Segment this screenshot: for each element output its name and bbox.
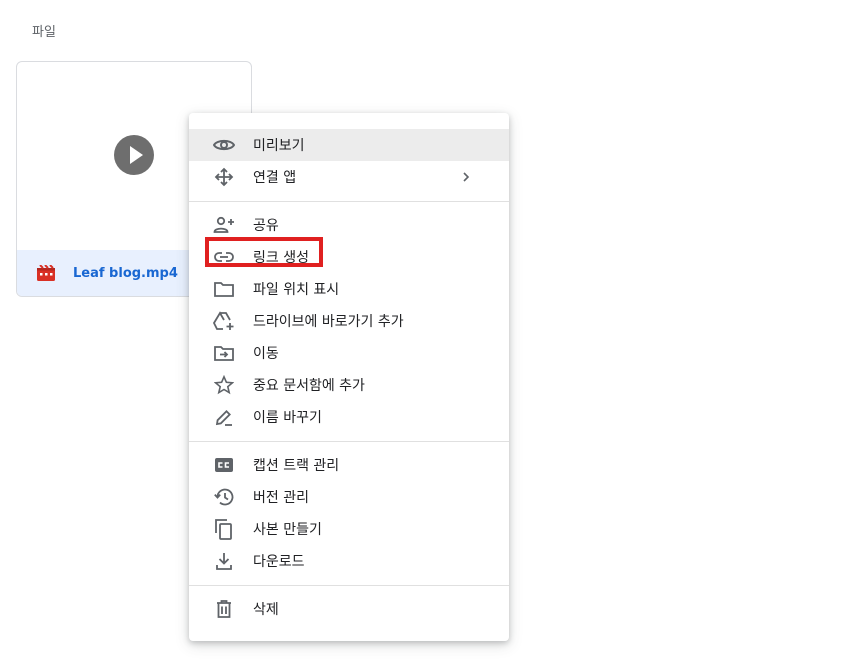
star-icon xyxy=(213,375,235,395)
pencil-icon xyxy=(213,407,235,427)
menu-divider xyxy=(189,201,509,202)
folder-icon xyxy=(213,279,235,299)
menu-item-show-location[interactable]: 파일 위치 표시 xyxy=(189,273,509,305)
closed-caption-icon xyxy=(213,455,235,475)
menu-item-label: 드라이브에 바로가기 추가 xyxy=(253,314,404,330)
menu-divider xyxy=(189,441,509,442)
menu-item-preview[interactable]: 미리보기 xyxy=(189,129,509,161)
drive-add-icon xyxy=(213,311,235,331)
file-name[interactable]: Leaf blog.mp4 xyxy=(73,266,178,281)
menu-item-make-copy[interactable]: 사본 만들기 xyxy=(189,513,509,545)
folder-move-icon xyxy=(213,343,235,363)
menu-item-label: 중요 문서함에 추가 xyxy=(253,378,365,394)
menu-item-add-shortcut[interactable]: 드라이브에 바로가기 추가 xyxy=(189,305,509,337)
menu-item-label: 사본 만들기 xyxy=(253,522,322,538)
eye-icon xyxy=(213,135,235,155)
menu-item-label: 미리보기 xyxy=(253,138,305,154)
history-icon xyxy=(213,487,235,507)
menu-item-captions[interactable]: 캡션 트랙 관리 xyxy=(189,449,509,481)
play-icon[interactable] xyxy=(114,135,154,175)
menu-item-label: 캡션 트랙 관리 xyxy=(253,458,340,474)
menu-item-label: 이름 바꾸기 xyxy=(253,410,322,426)
menu-item-add-starred[interactable]: 중요 문서함에 추가 xyxy=(189,369,509,401)
menu-item-versions[interactable]: 버전 관리 xyxy=(189,481,509,513)
menu-item-download[interactable]: 다운로드 xyxy=(189,545,509,577)
menu-divider xyxy=(189,585,509,586)
download-icon xyxy=(213,551,235,571)
person-add-icon xyxy=(213,215,235,235)
annotation-highlight-box xyxy=(205,237,323,267)
trash-icon xyxy=(213,599,235,619)
video-file-icon xyxy=(37,265,55,281)
copy-icon xyxy=(213,519,235,540)
menu-item-delete[interactable]: 삭제 xyxy=(189,593,509,625)
menu-item-move[interactable]: 이동 xyxy=(189,337,509,369)
move-arrows-icon xyxy=(213,167,235,187)
section-title: 파일 xyxy=(32,25,56,40)
menu-item-open-with[interactable]: 연결 앱 xyxy=(189,161,509,193)
menu-item-label: 공유 xyxy=(253,218,279,234)
chevron-right-icon xyxy=(461,169,471,185)
context-menu: 미리보기 연결 앱 공유 링크 생성 파일 위치 표시 드라이브에 바로가기 추… xyxy=(189,113,509,641)
menu-item-label: 파일 위치 표시 xyxy=(253,282,340,298)
menu-item-rename[interactable]: 이름 바꾸기 xyxy=(189,401,509,433)
menu-item-label: 버전 관리 xyxy=(253,490,309,506)
menu-item-label: 연결 앱 xyxy=(253,170,297,186)
menu-item-label: 다운로드 xyxy=(253,554,305,570)
menu-item-label: 이동 xyxy=(253,346,279,362)
menu-item-label: 삭제 xyxy=(253,602,279,618)
